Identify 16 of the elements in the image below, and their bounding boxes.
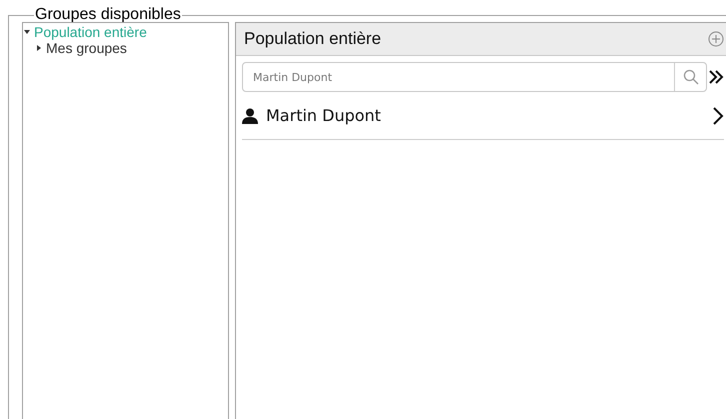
double-chevron-button[interactable] <box>708 69 724 85</box>
add-button[interactable] <box>708 31 724 47</box>
search-input[interactable]: Martin Dupont <box>243 70 674 84</box>
person-name: Martin Dupont <box>266 106 382 125</box>
person-row[interactable]: Martin Dupont <box>242 92 724 140</box>
collapsed-triangle-icon <box>36 45 42 51</box>
double-chevron-icon <box>708 69 724 85</box>
plus-circle-icon <box>708 31 724 47</box>
tree-item[interactable]: Mes groupes <box>36 40 228 56</box>
chevron-right-icon <box>712 106 724 124</box>
group-title: Groupes disponibles <box>34 8 182 22</box>
person-icon <box>242 108 258 124</box>
search-field[interactable]: Martin Dupont <box>242 62 707 92</box>
panel-title: Population entière <box>244 29 382 49</box>
search-icon <box>682 69 698 85</box>
expanded-triangle-icon <box>24 29 30 35</box>
